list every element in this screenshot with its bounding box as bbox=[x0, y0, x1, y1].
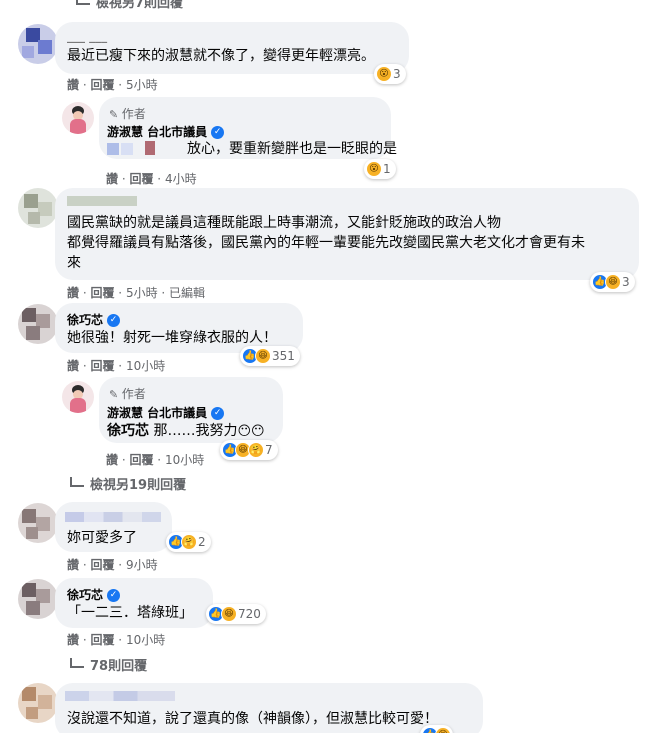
author-badge: ✎ 作者 bbox=[109, 107, 146, 121]
reply-link[interactable]: 回覆 bbox=[129, 172, 153, 186]
edited-label[interactable]: 已編輯 bbox=[169, 286, 205, 300]
reaction-summary[interactable]: 👍 😆 720 bbox=[206, 604, 266, 624]
comment-text-line: 都覺得羅議員有點落後，國民黨內的年輕一輩要能先改變國民黨大老文化才會更有未 bbox=[67, 235, 585, 251]
comment-meta: 讚 · 回覆 · 5小時 bbox=[67, 78, 158, 92]
avatar[interactable] bbox=[18, 304, 58, 344]
comment-bubble: ___ ___ 最近已瘦下來的淑慧就不像了，變得更年輕漂亮。 bbox=[55, 22, 409, 74]
wow-reaction-icon: 😮 bbox=[376, 66, 392, 82]
timestamp[interactable]: 5小時 bbox=[126, 286, 158, 300]
reply-text: 徐巧芯 那……我努力😶😶 bbox=[107, 423, 265, 439]
avatar[interactable] bbox=[18, 503, 58, 543]
reply-link[interactable]: 回覆 bbox=[90, 286, 114, 300]
avatar[interactable] bbox=[18, 188, 58, 228]
timestamp[interactable]: 9小時 bbox=[126, 558, 158, 572]
comment-bubble: 妳可愛多了 bbox=[55, 502, 172, 552]
reply-meta: 讚 · 回覆 · 4小時 bbox=[106, 172, 197, 186]
like-link[interactable]: 讚 bbox=[67, 286, 79, 300]
reply-link[interactable]: 回覆 bbox=[90, 359, 114, 373]
like-link[interactable]: 讚 bbox=[106, 172, 118, 186]
reply-link[interactable]: 回覆 bbox=[90, 78, 114, 92]
like-link[interactable]: 讚 bbox=[67, 78, 79, 92]
haha-reaction-icon: 😆 bbox=[605, 274, 621, 290]
view-more-replies[interactable]: 檢視另19則回覆 bbox=[70, 474, 186, 493]
comment-bubble: 徐巧芯 ✓ 「一二三．塔綠班」 bbox=[55, 578, 213, 628]
timestamp[interactable]: 4小時 bbox=[165, 172, 197, 186]
comment-text: 她很強！射死一堆穿綠衣服的人！ bbox=[67, 330, 277, 346]
reaction-summary[interactable]: 👍 😆 bbox=[420, 725, 453, 733]
reaction-summary[interactable]: 👍 😆 3 bbox=[590, 272, 635, 292]
comment-bubble: 沒說還不知道，說了還真的像（神韻像），但淑慧比較可愛！ bbox=[55, 683, 483, 733]
reply-arrow-icon bbox=[76, 0, 90, 5]
reaction-summary[interactable]: 👍 😆 🤗 7 bbox=[220, 440, 278, 460]
view-more-replies[interactable]: 78則回覆 bbox=[70, 655, 147, 674]
commenter-name[interactable]: 徐巧芯 ✓ bbox=[67, 586, 121, 603]
avatar[interactable] bbox=[18, 579, 58, 619]
comment-text: 沒說還不知道，說了還真的像（神韻像），但淑慧比較可愛！ bbox=[67, 711, 438, 727]
author-avatar[interactable] bbox=[62, 102, 94, 134]
like-link[interactable]: 讚 bbox=[67, 633, 79, 647]
author-reply-bubble: ✎ 作者 游淑慧 台北市議員 ✓ 徐巧芯 那……我努力😶😶 bbox=[99, 377, 283, 443]
comment-text-line: 來 bbox=[67, 255, 81, 271]
comment-meta: 讚 · 回覆 · 10小時 bbox=[67, 359, 166, 373]
avatar[interactable] bbox=[18, 24, 58, 64]
author-name[interactable]: 游淑慧 台北市議員 ✓ bbox=[107, 123, 225, 140]
commenter-name[interactable]: 徐巧芯 ✓ bbox=[67, 311, 121, 328]
comment-text: 「一二三．塔綠班」 bbox=[67, 605, 193, 621]
haha-reaction-icon: 😆 bbox=[255, 348, 271, 364]
verified-icon: ✓ bbox=[211, 407, 225, 420]
care-reaction-icon: 🤗 bbox=[181, 534, 197, 550]
like-link[interactable]: 讚 bbox=[106, 453, 118, 467]
reply-arrow-icon bbox=[70, 477, 84, 487]
reaction-summary[interactable]: 😮 1 bbox=[364, 159, 396, 179]
comment-text-line: 國民黨缺的就是議員這種既能跟上時事潮流，又能針貶施政的政治人物 bbox=[67, 215, 501, 231]
timestamp[interactable]: 10小時 bbox=[126, 633, 165, 647]
wow-reaction-icon: 😮 bbox=[366, 161, 382, 177]
like-link[interactable]: 讚 bbox=[67, 359, 79, 373]
timestamp[interactable]: 5小時 bbox=[126, 78, 158, 92]
reply-link[interactable]: 回覆 bbox=[129, 453, 153, 467]
reply-link[interactable]: 回覆 bbox=[90, 558, 114, 572]
like-link[interactable]: 讚 bbox=[67, 558, 79, 572]
reply-text: 放心，要重新變胖也是一眨眼的是 bbox=[187, 141, 397, 157]
comment-meta: 讚 · 回覆 · 10小時 bbox=[67, 633, 166, 647]
author-reply-bubble: ✎ 作者 游淑慧 台北市議員 ✓ 放心，要重新變胖也是一眨眼的是 bbox=[99, 97, 397, 159]
timestamp[interactable]: 10小時 bbox=[165, 453, 204, 467]
verified-icon: ✓ bbox=[211, 126, 225, 139]
author-badge: ✎ 作者 bbox=[109, 387, 146, 401]
comment-meta: 讚 · 回覆 · 9小時 bbox=[67, 558, 158, 572]
reaction-summary[interactable]: 👍 🤗 2 bbox=[166, 532, 211, 552]
commenter-name-blurred[interactable]: ___ ___ bbox=[67, 29, 107, 43]
mention-link[interactable]: 徐巧芯 bbox=[107, 423, 149, 439]
haha-reaction-icon: 😆 bbox=[435, 727, 451, 733]
author-name[interactable]: 游淑慧 台北市議員 ✓ bbox=[107, 404, 225, 421]
avatar[interactable] bbox=[18, 683, 58, 723]
comment-bubble: 國民黨缺的就是議員這種既能跟上時事潮流，又能針貶施政的政治人物 都覺得羅議員有點… bbox=[55, 188, 639, 280]
reaction-summary[interactable]: 👍 😆 351 bbox=[240, 346, 300, 366]
reply-arrow-icon bbox=[70, 658, 84, 668]
comment-text: 妳可愛多了 bbox=[67, 530, 137, 546]
reaction-summary[interactable]: 😮 3 bbox=[374, 64, 406, 84]
verified-icon: ✓ bbox=[107, 589, 121, 602]
reply-meta: 讚 · 回覆 · 10小時 bbox=[106, 453, 205, 467]
comment-meta: 讚 · 回覆 · 5小時 · 已編輯 bbox=[67, 286, 206, 300]
view-more-replies-top[interactable]: 檢視另7則回覆 bbox=[76, 0, 183, 11]
verified-icon: ✓ bbox=[107, 314, 121, 327]
timestamp[interactable]: 10小時 bbox=[126, 359, 165, 373]
author-avatar[interactable] bbox=[62, 381, 94, 413]
smile-emoji-icon: 😶😶 bbox=[237, 424, 265, 439]
care-reaction-icon: 🤗 bbox=[248, 442, 264, 458]
comment-text: 最近已瘦下來的淑慧就不像了，變得更年輕漂亮。 bbox=[67, 48, 375, 64]
reply-link[interactable]: 回覆 bbox=[90, 633, 114, 647]
haha-reaction-icon: 😆 bbox=[221, 606, 237, 622]
